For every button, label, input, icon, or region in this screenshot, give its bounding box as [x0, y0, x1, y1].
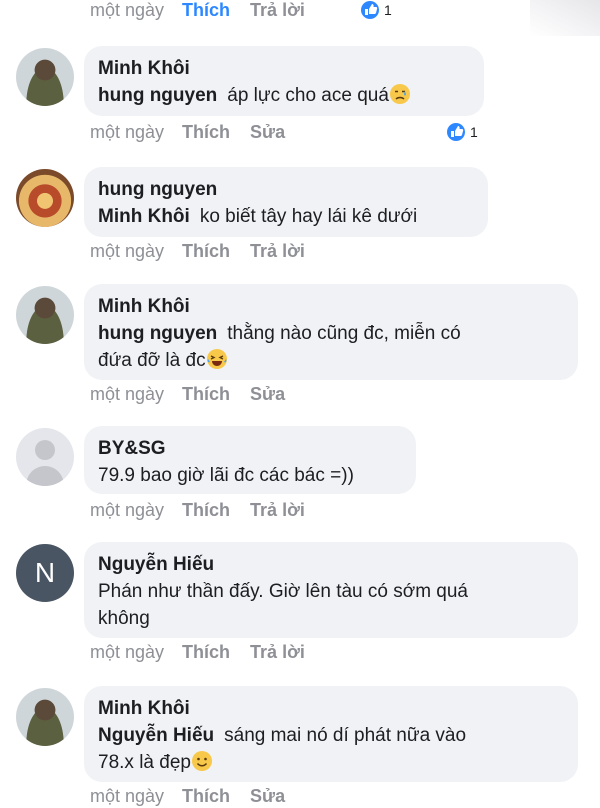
comment-meta-row: một ngày Thích Trả lời [90, 239, 325, 263]
edit-link[interactable]: Sửa [250, 384, 285, 405]
comment-body: sáng mai nó dí phát nữa vào [224, 725, 467, 746]
comment-time: một ngày [90, 785, 165, 806]
comment-body: thằng nào cũng đc, miễn có [227, 323, 461, 344]
mention-link[interactable]: hung nguyen [98, 85, 217, 106]
like-link[interactable]: Thích [182, 122, 230, 143]
reaction-count[interactable]: 1 [360, 0, 392, 20]
comment-text: hung nguyen thằng nào cũng đc, miễn có [98, 320, 564, 347]
reaction-count[interactable]: 1 [446, 122, 478, 142]
avatar-initial: N [34, 557, 56, 588]
comment-time: một ngày [90, 121, 165, 142]
mention-link[interactable]: hung nguyen [98, 323, 217, 344]
comment-text-line2: không [98, 608, 150, 629]
avatar[interactable] [16, 428, 74, 486]
crying-face-icon [389, 84, 410, 104]
reply-link[interactable]: Trả lời [250, 500, 305, 521]
comment-meta-row: một ngày Thích Trả lời [90, 0, 325, 22]
avatar[interactable] [16, 169, 74, 227]
comment-bubble: hung nguyen Minh Khôi ko biết tây hay lái… [84, 167, 488, 237]
reply-link[interactable]: Trả lời [250, 241, 305, 262]
comment-meta-row: một ngày Thích Trả lời [90, 498, 325, 522]
comment-bubble: Minh Khôi hung nguyen áp lực cho ace quá [84, 46, 484, 116]
reply-link[interactable]: Trả lời [250, 0, 305, 21]
comment-bubble: BY&SG 79.9 bao giờ lãi đc các bác =)) [84, 426, 416, 494]
comment-author[interactable]: BY&SG [98, 436, 402, 462]
edit-link[interactable]: Sửa [250, 122, 285, 143]
comment-meta-row: một ngày Thích Sửa [90, 120, 305, 144]
comment-author[interactable]: hung nguyen [98, 177, 474, 203]
comment-time: một ngày [90, 499, 165, 520]
comment-text: Nguyễn Hiếu sáng mai nó dí phát nữa vào [98, 722, 564, 749]
like-link[interactable]: Thích [182, 241, 230, 262]
comment-author[interactable]: Minh Khôi [98, 294, 564, 320]
comment-text-line2: đứa đỡ là đc [98, 347, 564, 374]
mention-link[interactable]: Minh Khôi [98, 206, 190, 227]
like-link[interactable]: Thích [182, 0, 230, 21]
comment-author[interactable]: Minh Khôi [98, 696, 564, 722]
like-link[interactable]: Thích [182, 500, 230, 521]
comment-time: một ngày [90, 0, 165, 20]
smiling-face-icon [191, 751, 212, 771]
avatar[interactable] [16, 286, 74, 344]
comment-text: Minh Khôi ko biết tây hay lái kê dưới [98, 203, 474, 230]
avatar[interactable]: N [16, 544, 74, 602]
avatar[interactable] [16, 688, 74, 746]
like-link[interactable]: Thích [182, 642, 230, 663]
comment-bubble: Minh Khôi Nguyễn Hiếu sáng mai nó dí phát… [84, 686, 578, 782]
comment-body-continued: 78.x là đẹp [98, 752, 191, 773]
reaction-count-text: 1 [384, 2, 392, 18]
top-right-shade [530, 0, 600, 36]
comment-body-continued: đứa đỡ là đc [98, 350, 206, 371]
edit-link[interactable]: Sửa [250, 786, 285, 807]
mention-link[interactable]: Nguyễn Hiếu [98, 725, 214, 746]
reaction-count-text: 1 [470, 124, 478, 140]
comment-text: hung nguyen áp lực cho ace quá [98, 82, 470, 109]
comment-bubble: Nguyễn Hiếu Phán như thần đấy. Giờ lên t… [84, 542, 578, 638]
comment-time: một ngày [90, 641, 165, 662]
avatar[interactable] [16, 48, 74, 106]
laughing-face-icon [206, 349, 227, 369]
comment-bubble: Minh Khôi hung nguyen thằng nào cũng đc, … [84, 284, 578, 380]
comment-meta-row: một ngày Thích Trả lời [90, 640, 325, 664]
comment-time: một ngày [90, 240, 165, 261]
reply-link[interactable]: Trả lời [250, 642, 305, 663]
comment-text: 79.9 bao giờ lãi đc các bác =)) [98, 465, 354, 486]
default-avatar-icon [26, 440, 64, 486]
comment-author[interactable]: Minh Khôi [98, 56, 470, 82]
comment-text-line2: 78.x là đẹp [98, 749, 564, 776]
comment-meta-row: một ngày Thích Sửa [90, 382, 305, 406]
comment-meta-row: một ngày Thích Sửa [90, 784, 305, 808]
like-link[interactable]: Thích [182, 786, 230, 807]
comment-time: một ngày [90, 383, 165, 404]
comment-body: ko biết tây hay lái kê dưới [199, 206, 418, 227]
like-link[interactable]: Thích [182, 384, 230, 405]
thumbs-up-icon [361, 1, 379, 19]
comment-author[interactable]: Nguyễn Hiếu [98, 552, 564, 578]
comment-body: áp lực cho ace quá [227, 85, 389, 106]
thumbs-up-icon [447, 123, 465, 141]
comment-text: Phán như thần đấy. Giờ lên tàu có sớm qu… [98, 581, 468, 602]
